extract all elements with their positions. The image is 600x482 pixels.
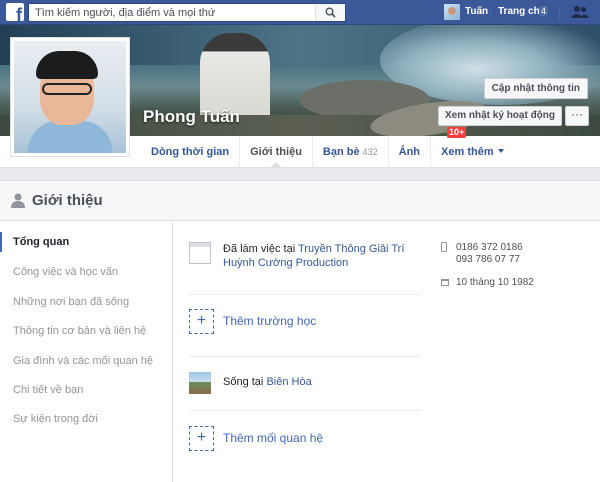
add-relationship-link[interactable]: Thêm mối quan hệ — [223, 431, 323, 445]
birthday-text: 10 tháng 10 1982 — [456, 277, 534, 288]
sidebar-item-family[interactable]: Gia đình và các mối quan hệ — [0, 351, 172, 371]
nav-profile-link[interactable]: Tuấn — [465, 6, 488, 17]
profile-name[interactable]: Phong Tuấn — [143, 107, 240, 127]
facebook-logo-icon[interactable]: f — [6, 3, 24, 21]
update-info-button[interactable]: Cập nhật thông tin — [483, 78, 588, 99]
nav-avatar[interactable] — [444, 4, 460, 20]
activity-log-button[interactable]: Xem nhật ký hoạt động 10+ — [438, 106, 562, 138]
about-title: Giới thiệu — [32, 192, 103, 209]
phone-icon — [441, 242, 447, 252]
friend-requests-icon[interactable] — [571, 5, 589, 19]
search-button[interactable] — [315, 4, 345, 21]
about-section: Giới thiệu Tổng quan Công việc và học vấ… — [0, 180, 600, 482]
divider — [189, 294, 421, 295]
phone-numbers: 0186 372 0186 093 786 07 77 — [456, 242, 576, 266]
tab-timeline[interactable]: Dòng thời gian — [141, 136, 239, 168]
city-thumbnail[interactable] — [189, 372, 211, 394]
lives-in-text: Sống tại Biên Hòa — [223, 376, 312, 388]
search-box — [28, 3, 346, 22]
sidebar-item-details[interactable]: Chi tiết về bạn — [0, 380, 172, 400]
divider — [189, 356, 421, 357]
top-navigation-bar: f Tuấn Trang chủ 4 — [0, 0, 600, 25]
profile-picture[interactable] — [10, 37, 130, 157]
sidebar-item-contact-info[interactable]: Thông tin cơ bản và liên hệ — [0, 321, 172, 341]
profile-tabs: Dòng thời gian Giới thiệu Bạn bè 432 Ảnh … — [141, 136, 514, 168]
birthday-cake-icon — [441, 279, 449, 286]
tab-photos[interactable]: Ảnh — [387, 136, 430, 168]
activity-log-label: Xem nhật ký hoạt động — [445, 110, 556, 121]
about-header: Giới thiệu — [0, 181, 600, 221]
tab-more-label: Xem thêm — [441, 146, 494, 158]
more-options-button[interactable]: ··· — [565, 106, 589, 126]
plus-icon: + — [189, 426, 214, 451]
add-relationship-entry[interactable]: + Thêm mối quan hệ — [189, 426, 421, 452]
chevron-down-icon — [497, 149, 504, 153]
phone-number-1: 0186 372 0186 — [456, 242, 523, 253]
about-content: Đã làm việc tại Truyền Thông Giải Trí Hu… — [173, 222, 600, 482]
tab-friends[interactable]: Bạn bè 432 — [311, 136, 388, 168]
search-icon — [325, 7, 336, 18]
tab-about[interactable]: Giới thiệu — [239, 136, 312, 168]
tab-friends-label: Bạn bè — [322, 146, 360, 158]
tab-more[interactable]: Xem thêm — [430, 136, 514, 168]
lives-prefix: Sống tại — [223, 376, 264, 388]
nav-divider — [490, 6, 491, 19]
home-count-badge: 4 — [539, 6, 549, 16]
nav-divider — [559, 6, 560, 19]
lives-in-entry: Sống tại Biên Hòa — [189, 372, 421, 394]
divider — [189, 410, 421, 411]
city-link[interactable]: Biên Hòa — [266, 376, 311, 388]
person-icon — [11, 193, 25, 208]
sidebar-item-life-events[interactable]: Sự kiện trong đời — [0, 409, 172, 429]
add-school-entry[interactable]: + Thêm trường học — [189, 309, 421, 335]
work-entry: Đã làm việc tại Truyền Thông Giải Trí Hu… — [189, 242, 421, 274]
friends-count: 432 — [362, 147, 378, 157]
about-sidebar: Tổng quan Công việc và học vấn Những nơi… — [0, 222, 173, 482]
sidebar-item-overview[interactable]: Tổng quan — [0, 232, 172, 252]
phone-number-2: 093 786 07 77 — [456, 254, 520, 265]
work-text: Đã làm việc tại Truyền Thông Giải Trí Hu… — [223, 242, 423, 270]
search-input[interactable] — [35, 5, 315, 20]
work-icon — [189, 242, 211, 264]
sidebar-item-places-lived[interactable]: Những nơi bạn đã sống — [0, 292, 172, 312]
work-prefix: Đã làm việc tại — [223, 243, 296, 255]
sidebar-item-work-education[interactable]: Công việc và học vấn — [0, 262, 172, 282]
profile-header: Phong Tuấn Cập nhật thông tin Xem nhật k… — [0, 25, 600, 168]
plus-icon: + — [189, 309, 214, 334]
add-school-link[interactable]: Thêm trường học — [223, 314, 316, 328]
